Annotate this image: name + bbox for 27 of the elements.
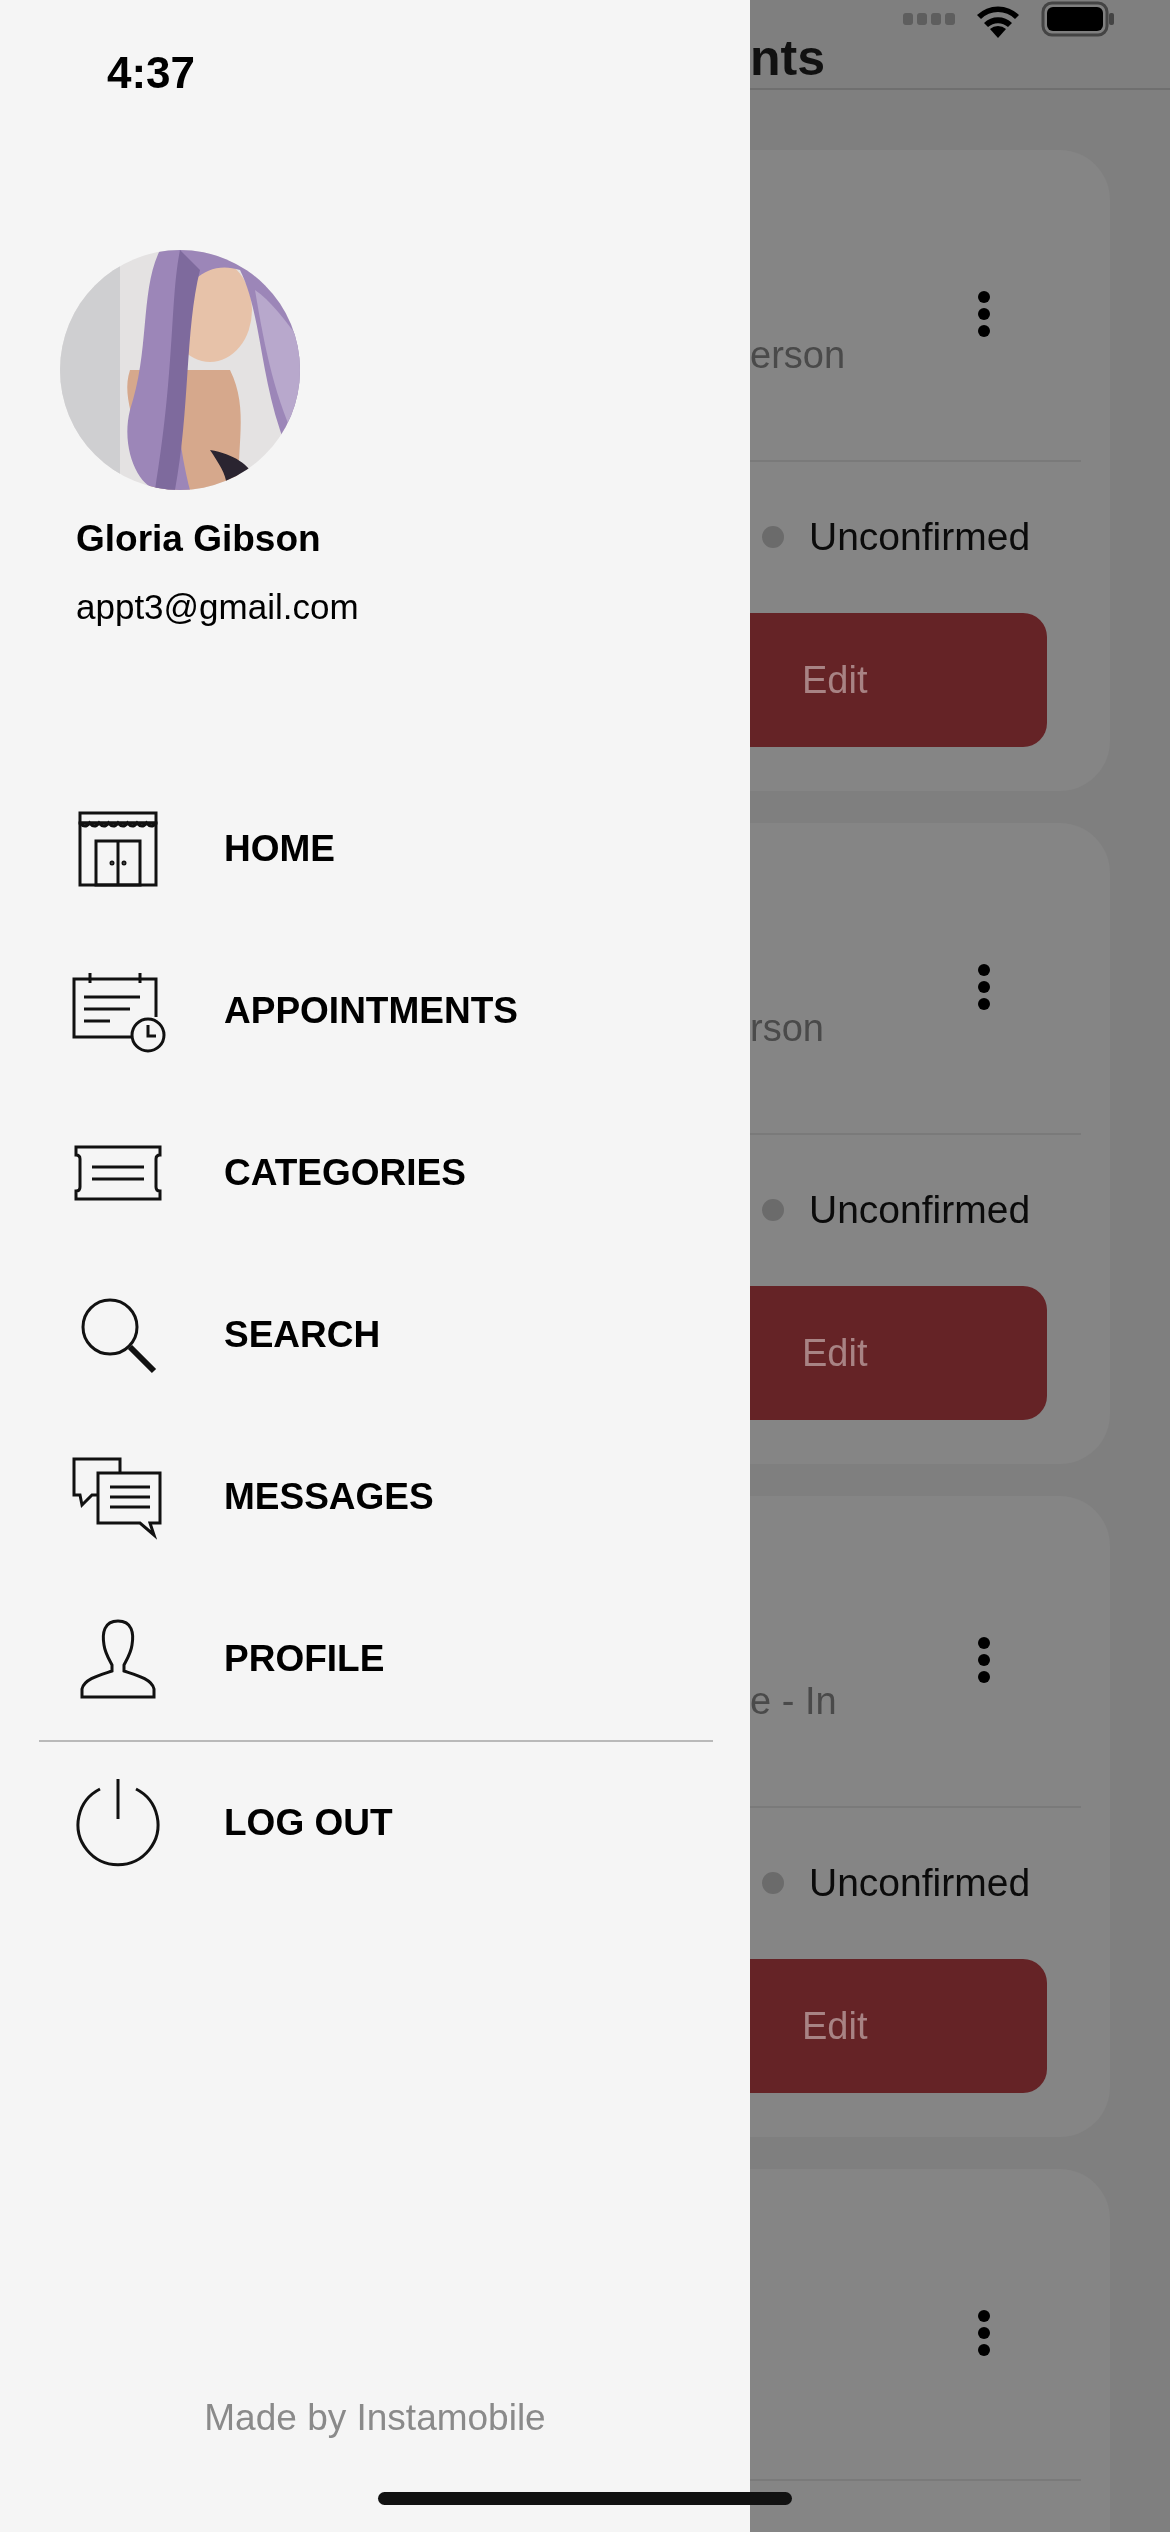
appointment-subtitle: e - In [750,1679,837,1724]
menu-item[interactable]: APPOINTMENTS [0,930,750,1092]
more-options-icon[interactable] [977,1636,991,1684]
menu-item[interactable]: SEARCH [0,1254,750,1416]
status-time: 4:37 [107,48,196,97]
footer-credit: Made by Instamobile [203,2396,547,2440]
menu-item[interactable]: CATEGORIES [0,1092,750,1254]
status-dot [762,1872,784,1894]
status-label: Unconfirmed [809,1860,1031,1906]
appointment-subtitle: erson [750,333,846,378]
page-title: nts [750,29,825,88]
user-email: appt3@gmail.com [76,586,360,628]
menu-item[interactable]: PROFILE [0,1578,750,1740]
more-options-icon[interactable] [977,963,991,1011]
appointment-subtitle: rson [750,1006,824,1051]
logout-item[interactable]: LOG OUT [0,1742,750,1904]
battery-icon [1041,1,1115,37]
status-label: Unconfirmed [809,514,1031,560]
status-dot [762,1199,784,1221]
status-dot [762,526,784,548]
user-name: Gloria Gibson [76,517,322,561]
signal-icon [903,13,955,25]
status-label: Unconfirmed [809,1187,1031,1233]
more-options-icon[interactable] [977,2309,991,2357]
more-options-icon[interactable] [977,290,991,338]
menu-item[interactable]: HOME [0,768,750,930]
menu-item[interactable]: MESSAGES [0,1416,750,1578]
